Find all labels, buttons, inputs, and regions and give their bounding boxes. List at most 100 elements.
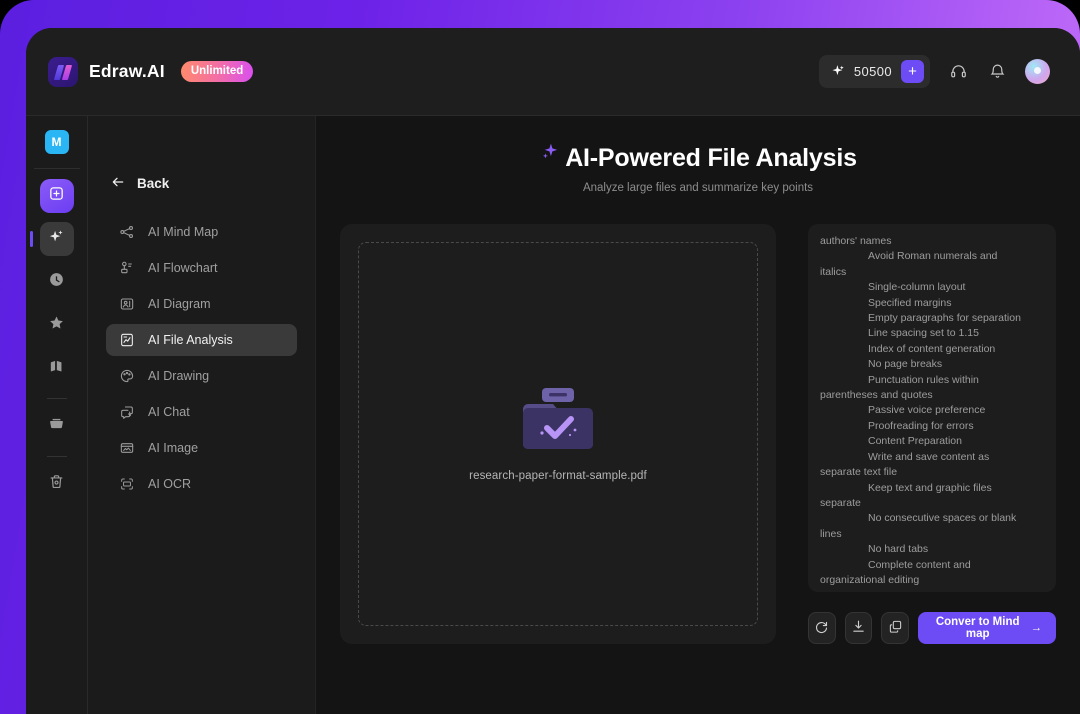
rail-item-recent[interactable] [40, 265, 74, 299]
arrow-left-icon [110, 174, 126, 193]
analysis-result-line: Passive voice preference [868, 404, 986, 417]
sidebar-item-label: AI Chat [148, 405, 190, 419]
avatar[interactable] [1025, 59, 1050, 84]
clock-icon [48, 271, 65, 293]
analysis-result-line: Specified margins [868, 296, 952, 309]
analysis-result-line: Punctuation rules within [868, 373, 979, 386]
analysis-result-line: Single-column layout [868, 281, 966, 294]
arrow-right-icon: → [1030, 622, 1043, 634]
sidebar-item-ai-ocr[interactable]: AI OCR [106, 468, 297, 500]
rail-item-new-item[interactable] [39, 179, 74, 213]
rail-item-favorites[interactable] [40, 308, 74, 342]
mindmap-icon [119, 224, 135, 240]
brand-name: Edraw.AI [89, 61, 165, 81]
uploaded-file-name: research-paper-format-sample.pdf [469, 470, 647, 482]
palette-icon [119, 368, 135, 384]
sidebar-item-label: AI File Analysis [148, 333, 233, 347]
top-bar: Edraw.AI Unlimited 50500 + [26, 28, 1080, 116]
analysis-result-line: Avoid Roman numerals and [868, 250, 998, 263]
sidebar-item-label: AI Diagram [148, 297, 211, 311]
credits-value: 50500 [853, 64, 892, 79]
copy-icon [888, 619, 903, 637]
analysis-result-line: separate [820, 496, 861, 509]
analysis-result-line: No hard tabs [868, 543, 929, 556]
edraw-logo-icon [48, 56, 78, 87]
rail-divider [46, 456, 67, 457]
plan-badge: Unlimited [180, 61, 254, 82]
sidebar-item-ai-image[interactable]: AI Image [106, 432, 297, 464]
sidebar-item-ai-file-analysis[interactable]: AI File Analysis [106, 324, 297, 356]
sidebar-item-label: AI Image [148, 441, 199, 455]
image-icon [119, 440, 135, 456]
rail-separator [33, 168, 80, 169]
analysis-result-line: No consecutive spaces or blank [868, 512, 1017, 525]
trash-icon [48, 473, 65, 495]
menu-sidebar: Back AI Mind Map AI Flowchart AI Diagram… [88, 116, 316, 714]
sidebar-item-label: AI OCR [148, 477, 192, 491]
rail-item-files[interactable] [40, 409, 74, 443]
folder-check-icon [522, 386, 594, 452]
analysis-result-line: italics [820, 265, 847, 278]
folder-icon [48, 415, 65, 437]
menu-list: AI Mind Map AI Flowchart AI Diagram AI F… [106, 216, 297, 500]
content-row: research-paper-format-sample.pdf authors… [340, 224, 1056, 644]
regenerate-button[interactable] [808, 612, 836, 644]
app-window: Edraw.AI Unlimited 50500 + M Back AI Min… [26, 28, 1080, 714]
upload-card: research-paper-format-sample.pdf [340, 224, 776, 644]
brand: Edraw.AI Unlimited [48, 56, 254, 87]
page-title: AI-Powered File Analysis [565, 144, 857, 172]
analysis-result-line: parentheses and quotes [820, 389, 933, 402]
ocr-icon [119, 476, 135, 492]
analysis-result-line: Keep text and graphic files [868, 481, 992, 494]
analysis-result-line: organizational editing [820, 573, 920, 586]
analysis-result-line: Write and save content as [868, 450, 990, 463]
sidebar-item-ai-chat[interactable]: AI Chat [106, 396, 297, 428]
copy-button[interactable] [881, 612, 909, 644]
file-dropzone[interactable]: research-paper-format-sample.pdf [358, 242, 758, 626]
analysis-result-line: Index of content generation [868, 342, 996, 355]
analysis-result-line: Empty paragraphs for separation [868, 312, 1021, 325]
analysis-result-line: lines [820, 527, 842, 540]
workspace-badge[interactable]: M [44, 130, 69, 154]
plus-square-icon [48, 185, 65, 207]
file-chart-icon [119, 332, 135, 348]
sidebar-item-ai-flowchart[interactable]: AI Flowchart [106, 252, 297, 284]
analysis-result-line: No page breaks [868, 358, 943, 371]
headset-icon[interactable] [947, 61, 969, 83]
page-subtitle: Analyze large files and summarize key po… [582, 182, 814, 194]
icon-rail: M [26, 116, 88, 714]
bell-icon[interactable] [986, 61, 1008, 83]
main-content: AI-Powered File Analysis Analyze large f… [316, 116, 1080, 714]
sidebar-item-label: AI Flowchart [148, 261, 218, 275]
sidebar-item-ai-diagram[interactable]: AI Diagram [106, 288, 297, 320]
convert-label: Conver to Mind map [935, 616, 1020, 640]
analysis-result-line: separate text file [820, 466, 898, 479]
chart-icon [48, 357, 65, 379]
analysis-result-line: Line spacing set to 1.15 [868, 327, 979, 340]
refresh-icon [814, 619, 829, 637]
rail-item-ai-tools[interactable] [29, 222, 74, 256]
back-label: Back [137, 176, 170, 191]
rail-item-templates[interactable] [40, 351, 74, 385]
analysis-result-line: Content Preparation [868, 435, 962, 448]
analysis-result-line: Complete content and [868, 558, 971, 571]
rail-item-trash[interactable] [40, 467, 74, 501]
sidebar-item-ai-drawing[interactable]: AI Drawing [106, 360, 297, 392]
credits-widget[interactable]: 50500 + [818, 55, 930, 88]
sparkle-icon [831, 64, 845, 80]
back-button[interactable]: Back [110, 174, 169, 193]
analysis-result-panel[interactable]: authors' names Avoid Roman numerals and it… [808, 224, 1056, 592]
result-column: authors' names Avoid Roman numerals and it… [808, 224, 1056, 644]
analysis-result-line: Proofreading for errors [868, 419, 974, 432]
flowchart-icon [119, 260, 135, 276]
add-credits-button[interactable]: + [901, 60, 924, 83]
chat-icon [119, 404, 135, 420]
rail-divider [46, 398, 67, 399]
sidebar-item-ai-mind-map[interactable]: AI Mind Map [106, 216, 297, 248]
page-title-row: AI-Powered File Analysis [340, 143, 1056, 173]
download-button[interactable] [844, 612, 873, 644]
sidebar-item-label: AI Drawing [148, 369, 210, 383]
convert-to-mind-map-button[interactable]: Conver to Mind map → [917, 612, 1056, 644]
download-icon [851, 619, 866, 637]
star-icon [48, 314, 65, 336]
